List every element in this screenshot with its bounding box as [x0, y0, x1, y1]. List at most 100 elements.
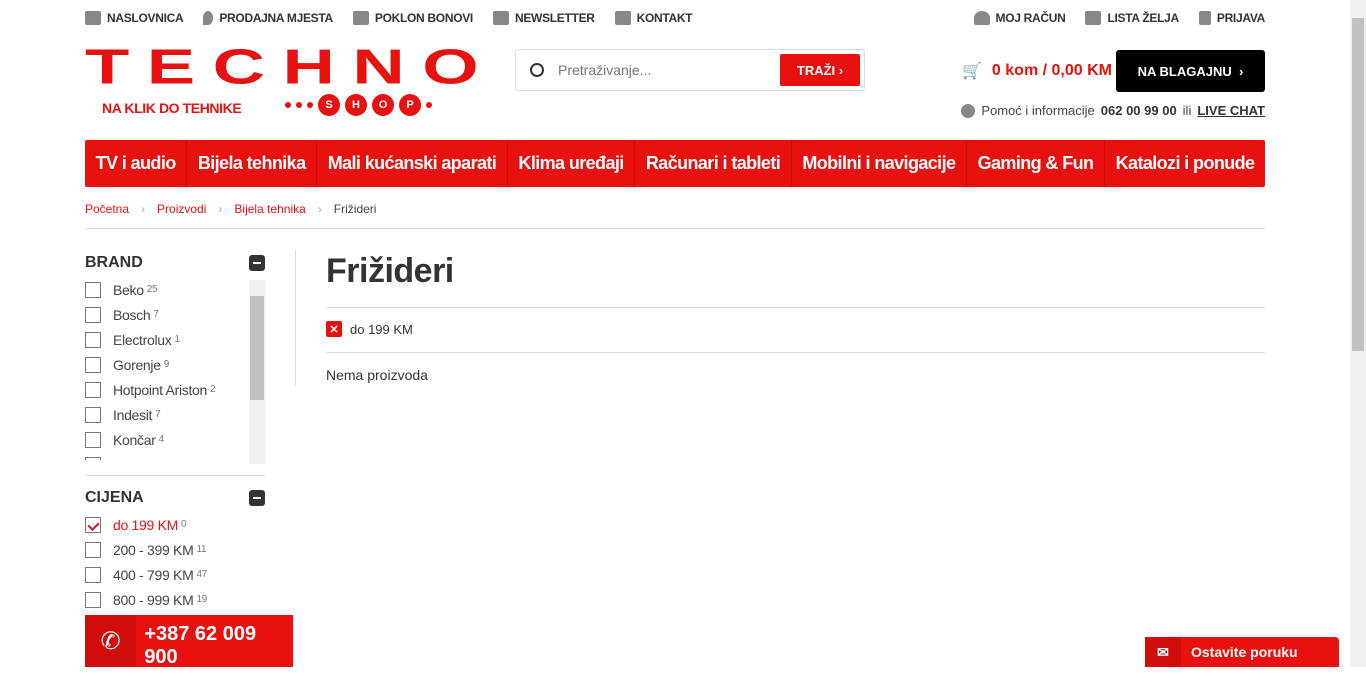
nav-item-tv-audio[interactable]: TV i audio — [85, 140, 188, 187]
collapse-icon[interactable] — [249, 255, 265, 271]
checkout-button[interactable]: NA BLAGAJNU › — [1116, 50, 1265, 92]
logo-text: TECHNO — [85, 39, 497, 95]
nav-item-katalozi[interactable]: Katalozi i ponude — [1105, 140, 1265, 187]
filter-option-count: 1 — [174, 334, 180, 345]
filter-option[interactable]: Končar 4 — [85, 427, 249, 452]
brand-scrollbar[interactable] — [249, 280, 265, 464]
filter-option[interactable]: Beko 25 — [85, 277, 249, 302]
cart-total: 0 kom / 0,00 KM — [991, 62, 1112, 79]
checkbox[interactable] — [85, 516, 101, 533]
checkbox[interactable] — [85, 566, 101, 583]
filter-option[interactable]: Bosch 7 — [85, 302, 249, 327]
nav-item-gaming[interactable]: Gaming & Fun — [967, 140, 1106, 187]
filter-option-count: 19 — [196, 594, 207, 605]
nav-item-klima[interactable]: Klima uređaji — [508, 140, 636, 187]
checkbox[interactable] — [85, 331, 101, 348]
topbar-link-account[interactable]: MOJ RAČUN — [973, 8, 1066, 28]
filter-option[interactable]: Gorenje 9 — [85, 352, 249, 377]
checkout-label: NA BLAGAJNU — [1137, 63, 1232, 79]
checkbox[interactable] — [85, 356, 101, 373]
link-label: NASLOVNICA — [107, 11, 184, 25]
search-icon — [530, 63, 544, 77]
filter-option[interactable]: 200 - 399 KM 11 — [85, 537, 265, 562]
filter-option-count: 47 — [196, 569, 207, 580]
leave-message-label: Ostavite poruku — [1191, 644, 1298, 660]
divider — [326, 352, 1265, 353]
help-or: ili — [1182, 103, 1192, 118]
help-phone: 062 00 99 00 — [1100, 103, 1177, 118]
filter-option-count: 7 — [153, 309, 159, 320]
live-chat-link[interactable]: LIVE CHAT — [1197, 103, 1265, 118]
divider — [85, 228, 1265, 229]
topbar-link-login[interactable]: PRIJAVA — [1198, 8, 1265, 28]
checkbox[interactable] — [85, 281, 101, 298]
filter-option-count: 4 — [158, 434, 165, 445]
filter-option-count: 0 — [181, 519, 187, 530]
topbar-link-newsletter[interactable]: NEWSLETTER — [492, 8, 595, 28]
filter-title: BRAND — [85, 254, 143, 271]
breadcrumb-pocetna[interactable]: Početna — [85, 202, 129, 216]
nav-item-racunari[interactable]: Računari i tableti — [635, 140, 792, 187]
checkbox[interactable] — [85, 381, 101, 398]
filter-option-label: 200 - 399 KM — [113, 541, 194, 558]
filter-option[interactable]: 400 - 799 KM 47 — [85, 562, 265, 587]
remove-filter-icon[interactable]: ✕ — [326, 321, 342, 337]
filter-option[interactable]: Electrolux 1 — [85, 327, 249, 352]
search-box: TRAŽI › — [515, 49, 865, 91]
nav-item-mobilni[interactable]: Mobilni i navigacije — [792, 140, 968, 187]
filter-title: CIJENA — [85, 489, 144, 506]
phone-icon: ✆ — [85, 615, 137, 667]
topbar-link-poklon-bonovi[interactable]: POKLON BONOVI — [352, 8, 473, 28]
phone-order-banner[interactable]: ✆ +387 62 009 900 Naruči proizvod telefo… — [85, 615, 293, 683]
checkbox[interactable] — [85, 406, 101, 423]
filter-option[interactable]: Indesit 7 — [85, 402, 249, 427]
filter-option-count: 9 — [163, 359, 170, 370]
divider — [326, 307, 1265, 308]
topbar-link-kontakt[interactable]: KONTAKT — [614, 8, 693, 28]
active-filter[interactable]: ✕ do 199 KM — [326, 321, 413, 337]
divider — [85, 475, 265, 476]
search-button[interactable]: TRAŽI › — [780, 54, 860, 86]
link-label: POKLON BONOVI — [374, 11, 473, 25]
filter-option-label: Bosch — [113, 306, 151, 323]
page-scrollbar[interactable] — [1350, 0, 1366, 667]
checkbox[interactable] — [85, 591, 101, 608]
cart-summary[interactable]: 🛒 0 kom / 0,00 KM — [962, 61, 1112, 81]
filter-option-label: Beko — [113, 281, 144, 298]
link-label: PRIJAVA — [1216, 11, 1265, 25]
checkbox[interactable] — [85, 456, 101, 460]
search-button-label: TRAŽI — [796, 62, 836, 78]
topbar-link-wishlist[interactable]: LISTA ŽELJA — [1085, 8, 1179, 28]
support-chat-icon — [961, 103, 976, 118]
checkbox[interactable] — [85, 541, 101, 558]
nav-item-bijela-tehnika[interactable]: Bijela tehnika — [187, 140, 318, 187]
filter-option[interactable]: 800 - 999 KM 19 — [85, 587, 265, 612]
empty-message: Nema proizvoda — [326, 367, 428, 383]
filter-option-label: 400 - 799 KM — [113, 566, 194, 583]
topbar-link-naslovnica[interactable]: NASLOVNICA — [85, 8, 184, 28]
search-input[interactable] — [558, 62, 758, 78]
checkbox[interactable] — [85, 431, 101, 448]
filter-option[interactable]: Hotpoint Ariston 2 — [85, 377, 249, 402]
filter-price: CIJENA do 199 KM 0 200 - 399 KM 11 400 - 799… — [85, 489, 265, 612]
link-label: NEWSLETTER — [514, 11, 595, 25]
logo[interactable]: TECHNO NA KLIK DO TEHNIKE SHOP — [85, 42, 479, 116]
breadcrumb-proizvodi[interactable]: Proizvodi — [157, 202, 206, 216]
collapse-icon[interactable] — [249, 490, 265, 506]
filter-option[interactable]: LG — [85, 452, 249, 460]
leave-message-button[interactable]: ✉ Ostavite poruku — [1145, 637, 1339, 667]
filter-option-label: Electrolux — [113, 331, 172, 348]
nav-item-mali-kucanski[interactable]: Mali kućanski aparati — [317, 140, 508, 187]
phone-number: +387 62 009 900 — [144, 623, 257, 668]
filter-option[interactable]: do 199 KM 0 — [85, 512, 265, 537]
map-pin-icon — [203, 11, 214, 25]
phone-icon — [614, 11, 631, 25]
checkbox[interactable] — [85, 306, 101, 323]
phone-subtitle: Naruči proizvod telefonom — [144, 671, 284, 683]
logo-shop: SHOP — [285, 94, 432, 116]
filter-option-label: 800 - 999 KM — [113, 591, 194, 608]
top-bar: NASLOVNICA PRODAJNA MJESTA POKLON BONOVI… — [85, 8, 1265, 28]
filter-option-count: 7 — [155, 409, 161, 420]
breadcrumb-bijela-tehnika[interactable]: Bijela tehnika — [234, 202, 305, 216]
topbar-link-prodajna-mjesta[interactable]: PRODAJNA MJESTA — [203, 8, 333, 28]
